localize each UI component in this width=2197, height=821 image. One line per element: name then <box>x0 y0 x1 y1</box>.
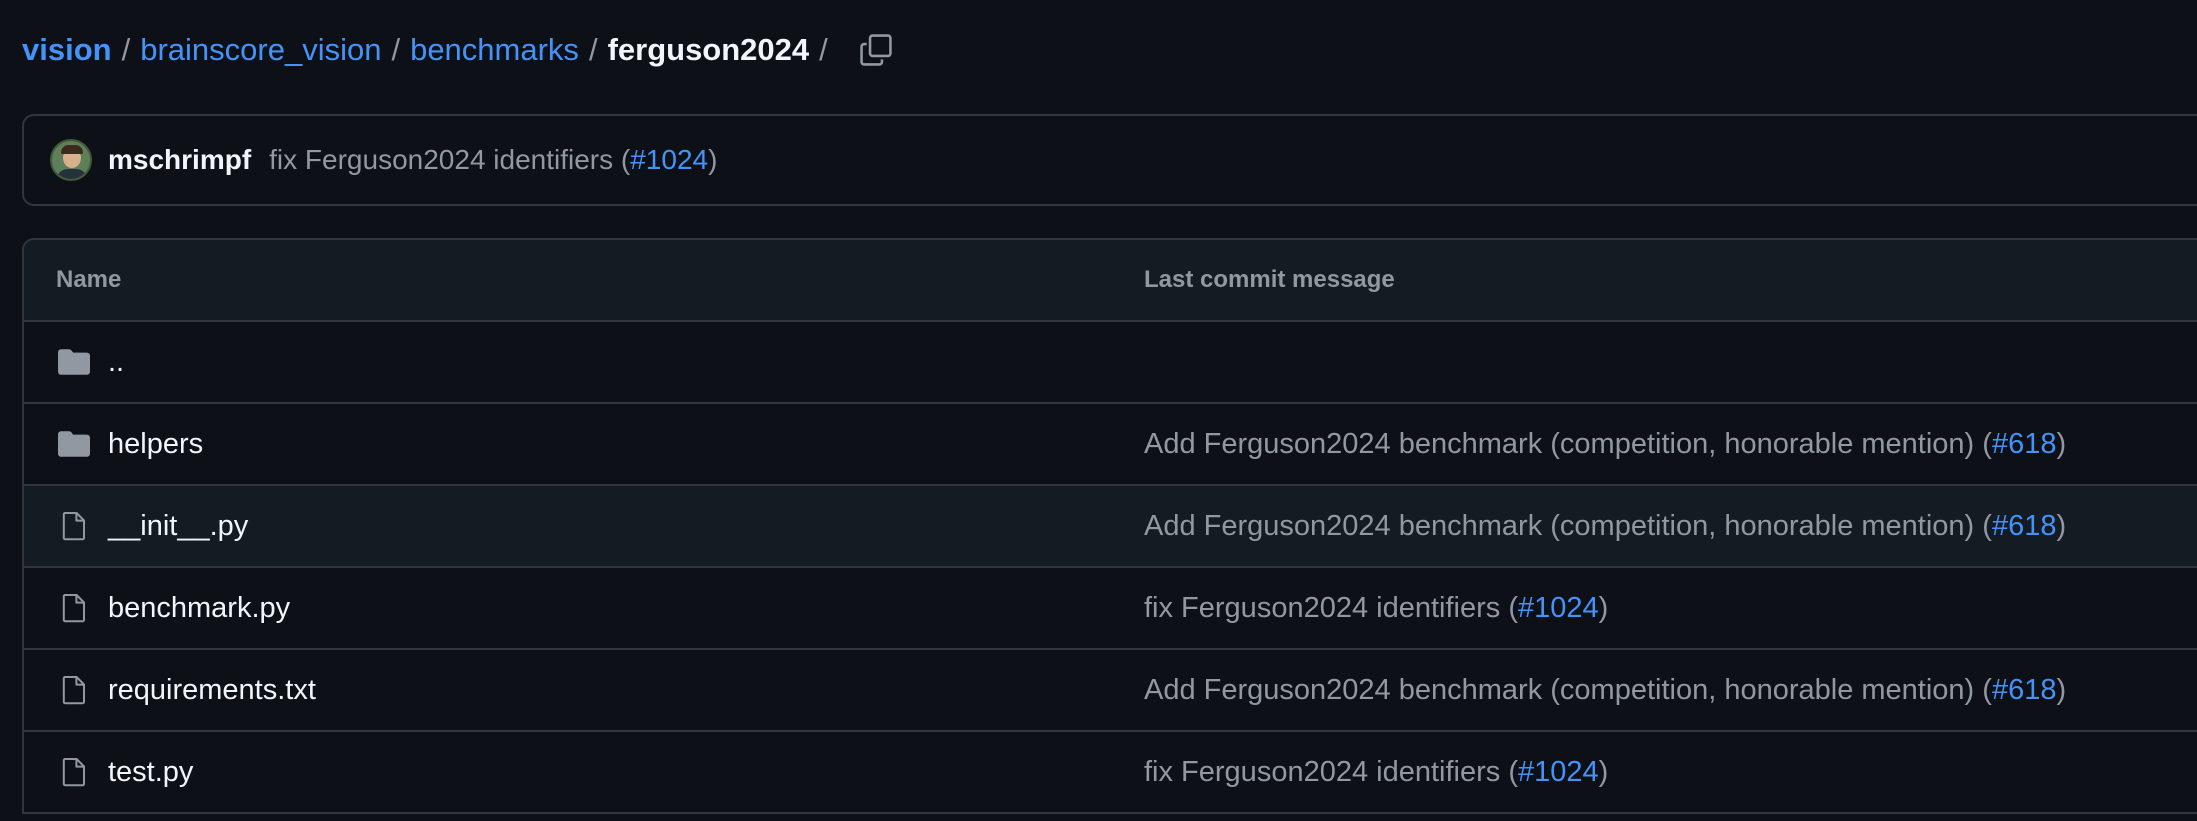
file-table: Name Last commit message .. helpers Add … <box>22 238 2197 814</box>
breadcrumb-separator: / <box>819 32 828 67</box>
breadcrumb-separator: / <box>391 32 401 67</box>
breadcrumb-current-folder: ferguson2024 <box>607 32 810 67</box>
commit-pr-link[interactable]: #1024 <box>1518 592 1599 624</box>
folder-link-helpers[interactable]: helpers <box>108 428 203 461</box>
commit-pr-link[interactable]: #618 <box>1992 428 2057 460</box>
commit-message-suffix: ) <box>2056 427 2067 460</box>
table-row[interactable]: requirements.txt Add Ferguson2024 benchm… <box>24 650 2197 732</box>
table-row[interactable]: test.py fix Ferguson2024 identifiers (#1… <box>24 732 2197 814</box>
breadcrumb: vision / brainscore_vision / benchmarks … <box>22 28 900 72</box>
commit-pr-link[interactable]: #1024 <box>630 144 708 175</box>
table-row[interactable]: __init__.py Add Ferguson2024 benchmark (… <box>24 486 2197 568</box>
breadcrumb-link-benchmarks[interactable]: benchmarks <box>410 32 579 68</box>
commit-message-cell: Add Ferguson2024 benchmark (competition,… <box>1144 674 2197 707</box>
message-column-header: Last commit message <box>1144 266 1395 293</box>
table-row[interactable]: .. <box>24 322 2197 404</box>
folder-icon <box>56 344 92 380</box>
breadcrumb-link-brainscore-vision[interactable]: brainscore_vision <box>140 32 381 68</box>
name-column-header: Name <box>56 266 122 293</box>
file-icon <box>56 672 92 708</box>
parent-directory-link[interactable]: .. <box>108 346 124 379</box>
commit-message-text[interactable]: fix Ferguson2024 identifiers ( <box>1144 756 1518 788</box>
commit-message-text[interactable]: Add Ferguson2024 benchmark (competition,… <box>1144 428 1992 460</box>
avatar[interactable] <box>50 139 92 181</box>
latest-commit-bar: mschrimpf fix Ferguson2024 identifiers (… <box>22 114 2197 206</box>
breadcrumb-root-link[interactable]: vision <box>22 32 112 68</box>
commit-message-suffix: ) <box>2056 673 2067 706</box>
commit-pr-link[interactable]: #618 <box>1992 674 2057 706</box>
file-link-benchmark-py[interactable]: benchmark.py <box>108 592 290 625</box>
commit-message-suffix: ) <box>2056 509 2067 542</box>
table-header: Name Last commit message <box>24 240 2197 322</box>
commit-message-suffix: ) <box>1598 591 1609 624</box>
commit-message-cell: fix Ferguson2024 identifiers (#1024) <box>1144 592 2197 625</box>
table-row[interactable]: helpers Add Ferguson2024 benchmark (comp… <box>24 404 2197 486</box>
commit-message-cell: Add Ferguson2024 benchmark (competition,… <box>1144 510 2197 543</box>
file-icon <box>56 590 92 626</box>
commit-pr-link[interactable]: #1024 <box>1518 756 1599 788</box>
breadcrumb-separator: / <box>121 32 131 67</box>
commit-author-link[interactable]: mschrimpf <box>108 144 251 176</box>
breadcrumb-separator: / <box>588 32 598 67</box>
commit-message-cell: fix Ferguson2024 identifiers (#1024) <box>1144 756 2197 789</box>
commit-message-text[interactable]: fix Ferguson2024 identifiers ( <box>269 144 630 175</box>
commit-pr-link[interactable]: #618 <box>1992 510 2057 542</box>
commit-message-suffix: ) <box>1598 755 1609 788</box>
commit-message-text[interactable]: Add Ferguson2024 benchmark (competition,… <box>1144 674 1992 706</box>
file-link-test-py[interactable]: test.py <box>108 756 193 789</box>
file-icon <box>56 754 92 790</box>
copy-icon <box>860 34 892 66</box>
commit-message-cell: Add Ferguson2024 benchmark (competition,… <box>1144 428 2197 461</box>
file-link-init-py[interactable]: __init__.py <box>108 510 248 543</box>
table-row[interactable]: benchmark.py fix Ferguson2024 identifier… <box>24 568 2197 650</box>
commit-message-text[interactable]: fix Ferguson2024 identifiers ( <box>1144 592 1518 624</box>
file-link-requirements-txt[interactable]: requirements.txt <box>108 674 316 707</box>
commit-message-suffix: ) <box>708 144 718 175</box>
file-icon <box>56 508 92 544</box>
commit-message-text[interactable]: Add Ferguson2024 benchmark (competition,… <box>1144 510 1992 542</box>
folder-icon <box>56 426 92 462</box>
copy-path-button[interactable] <box>852 28 900 72</box>
commit-message: fix Ferguson2024 identifiers (#1024) <box>269 144 717 176</box>
